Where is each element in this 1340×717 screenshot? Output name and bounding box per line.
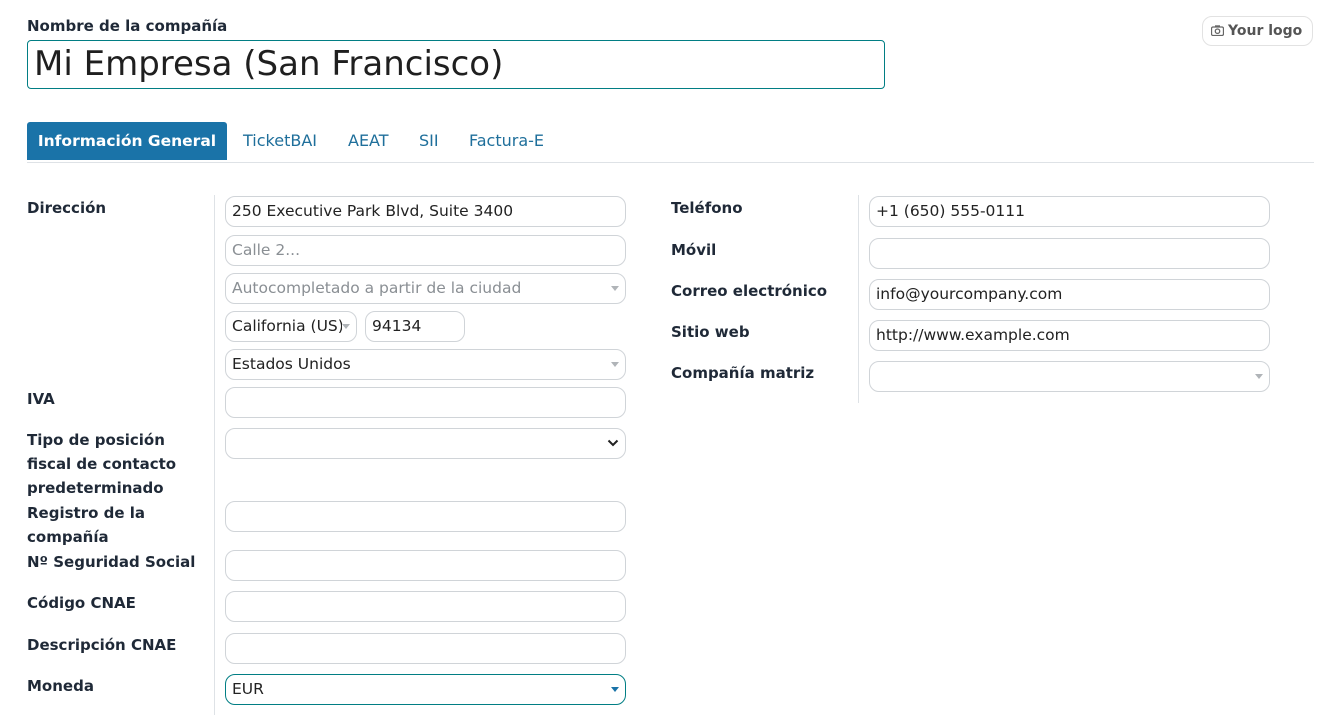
camera-icon bbox=[1210, 25, 1225, 37]
phone-input[interactable]: +1 (650) 555-0111 bbox=[869, 196, 1270, 227]
tabs-divider bbox=[27, 162, 1314, 163]
phone-label: Teléfono bbox=[671, 199, 743, 217]
state-select[interactable]: California (US) bbox=[225, 311, 357, 342]
social-security-label: Nº Seguridad Social bbox=[27, 553, 196, 571]
tab-informacion-general[interactable]: Información General bbox=[27, 122, 227, 160]
mobile-input[interactable] bbox=[869, 238, 1270, 269]
cnae-description-input[interactable] bbox=[225, 633, 626, 664]
parent-company-select[interactable] bbox=[869, 361, 1270, 392]
currency-select[interactable]: EUR bbox=[225, 674, 626, 705]
tab-factura-e[interactable]: Factura-E bbox=[469, 122, 544, 160]
website-label: Sitio web bbox=[671, 323, 750, 341]
left-column-divider bbox=[214, 195, 215, 715]
tab-ticketbai[interactable]: TicketBAI bbox=[243, 122, 317, 160]
company-name-input[interactable]: Mi Empresa (San Francisco) bbox=[27, 40, 885, 89]
social-security-input[interactable] bbox=[225, 550, 626, 581]
company-registry-label: Registro de la compañía bbox=[27, 504, 146, 546]
country-value: Estados Unidos bbox=[232, 355, 351, 373]
email-label: Correo electrónico bbox=[671, 282, 828, 300]
your-logo-label: Your logo bbox=[1228, 23, 1303, 39]
parent-company-dropdown-icon bbox=[1255, 374, 1263, 379]
state-value: California (US) bbox=[232, 317, 344, 335]
city-dropdown-icon bbox=[611, 286, 619, 291]
tab-aeat[interactable]: AEAT bbox=[348, 122, 389, 160]
zip-input[interactable]: 94134 bbox=[365, 311, 465, 342]
vat-input[interactable] bbox=[225, 387, 626, 418]
website-input[interactable]: http://www.example.com bbox=[869, 320, 1270, 351]
country-dropdown-icon bbox=[611, 362, 619, 367]
parent-company-label: Compañía matriz bbox=[671, 364, 815, 382]
currency-label: Moneda bbox=[27, 677, 94, 695]
chevron-down-icon bbox=[607, 439, 619, 447]
fiscal-position-select[interactable] bbox=[225, 428, 626, 459]
street-input[interactable]: 250 Executive Park Blvd, Suite 3400 bbox=[225, 196, 626, 227]
fiscal-position-label: Tipo de posición fiscal de contacto pred… bbox=[27, 431, 177, 497]
state-dropdown-icon bbox=[342, 324, 350, 329]
company-registry-input[interactable] bbox=[225, 501, 626, 532]
city-input[interactable]: Autocompletado a partir de la ciudad bbox=[225, 273, 626, 304]
address-label: Dirección bbox=[27, 199, 107, 217]
currency-dropdown-icon bbox=[611, 687, 619, 692]
country-select[interactable]: Estados Unidos bbox=[225, 349, 626, 380]
tab-sii[interactable]: SII bbox=[419, 122, 439, 160]
street2-input[interactable]: Calle 2... bbox=[225, 235, 626, 266]
right-column-divider bbox=[858, 195, 859, 403]
cnae-code-label: Código CNAE bbox=[27, 594, 136, 612]
your-logo-button[interactable]: Your logo bbox=[1202, 16, 1313, 46]
city-placeholder: Autocompletado a partir de la ciudad bbox=[232, 279, 522, 297]
company-name-label: Nombre de la compañía bbox=[27, 17, 228, 35]
currency-value: EUR bbox=[232, 680, 264, 698]
cnae-code-input[interactable] bbox=[225, 591, 626, 622]
mobile-label: Móvil bbox=[671, 241, 717, 259]
vat-label: IVA bbox=[27, 390, 55, 408]
email-input[interactable]: info@yourcompany.com bbox=[869, 279, 1270, 310]
cnae-description-label: Descripción CNAE bbox=[27, 636, 177, 654]
